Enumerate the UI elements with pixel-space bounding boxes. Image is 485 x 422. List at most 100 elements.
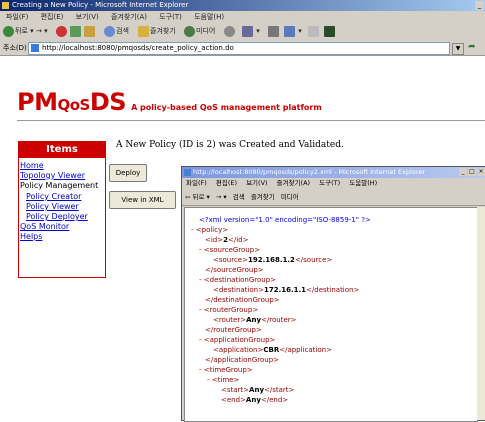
home-icon bbox=[84, 25, 95, 37]
edit-icon bbox=[284, 25, 295, 37]
collapse-toggle[interactable]: - bbox=[191, 226, 194, 234]
xml-line: - <sourceGroup> bbox=[199, 246, 261, 254]
mail-icon bbox=[242, 25, 253, 37]
popup-maximize-button[interactable]: □ bbox=[468, 168, 476, 176]
popup-menu-file[interactable]: 파일(F) bbox=[186, 179, 207, 187]
favorites-icon bbox=[138, 25, 149, 37]
xml-line: - <policy> bbox=[191, 226, 229, 234]
popup-scrollbar[interactable] bbox=[477, 207, 485, 420]
refresh-icon bbox=[70, 25, 81, 37]
messenger-icon bbox=[324, 25, 335, 37]
logo-tagline: A policy-based QoS management platform bbox=[131, 103, 322, 112]
search-icon bbox=[104, 25, 115, 37]
xml-declaration: <?xml version="1.0" encoding="ISO-8859-1… bbox=[199, 216, 371, 224]
window-title: Creating a New Policy - Microsoft Intern… bbox=[12, 1, 189, 9]
popup-search-button[interactable]: 검색 bbox=[233, 193, 245, 201]
xml-content: <?xml version="1.0" encoding="ISO-8859-1… bbox=[184, 207, 478, 422]
popup-back-button[interactable]: ⇦ 뒤로 ▾ bbox=[185, 193, 210, 201]
print-icon bbox=[268, 25, 279, 37]
header-divider bbox=[17, 120, 485, 121]
popup-favorites-button[interactable]: 즐겨찾기 bbox=[251, 193, 275, 201]
collapse-toggle[interactable]: - bbox=[199, 246, 202, 254]
menu-file[interactable]: 파일(F) bbox=[6, 13, 28, 21]
popup-title: http://localhost:8080/pmqosds/policy2.xm… bbox=[193, 168, 426, 176]
popup-minimize-button[interactable]: _ bbox=[459, 168, 467, 176]
xml-line: - <timeGroup> bbox=[199, 366, 253, 374]
xml-line: - <time> bbox=[207, 376, 240, 384]
favorites-button[interactable]: 즐겨찾기 bbox=[138, 25, 176, 38]
menu-favorites[interactable]: 즐겨찾기(A) bbox=[111, 13, 147, 21]
nav-policy-management: Policy Management bbox=[20, 181, 99, 190]
xml-line: <start>Any</start> bbox=[221, 386, 295, 394]
print-button[interactable] bbox=[268, 25, 280, 38]
edit-button[interactable]: ▾ bbox=[284, 25, 302, 38]
collapse-toggle[interactable]: - bbox=[199, 306, 202, 314]
popup-media-button[interactable]: 미디어 bbox=[281, 193, 299, 201]
menu-help[interactable]: 도움말(H) bbox=[194, 13, 224, 21]
nav-panel: Items Home Topology Viewer Policy Manage… bbox=[18, 141, 106, 278]
xml-line: - <applicationGroup> bbox=[199, 336, 276, 344]
xml-line: <end>Any</end> bbox=[221, 396, 289, 404]
xml-line: </applicationGroup> bbox=[205, 356, 280, 364]
home-button[interactable] bbox=[84, 25, 96, 38]
app-logo: PMQoSDS A policy-based QoS management pla… bbox=[17, 88, 322, 116]
popup-menubar: 파일(F) 편집(E) 보기(V) 즐겨찾기(A) 도구(T) 도움말(H) bbox=[182, 178, 485, 189]
popup-menu-tools[interactable]: 도구(T) bbox=[319, 179, 340, 187]
popup-forward-button[interactable]: → ▾ bbox=[216, 193, 227, 201]
menu-tools[interactable]: 도구(T) bbox=[159, 13, 182, 21]
messenger-button[interactable] bbox=[324, 25, 336, 38]
xml-line: <source>192.168.1.2</source> bbox=[213, 256, 333, 264]
collapse-toggle[interactable]: - bbox=[199, 276, 202, 284]
popup-menu-edit[interactable]: 편집(E) bbox=[216, 179, 237, 187]
page-icon bbox=[31, 44, 39, 52]
ie-icon bbox=[184, 169, 191, 176]
minimize-button[interactable]: _ bbox=[475, 1, 484, 10]
nav-topology-viewer[interactable]: Topology Viewer bbox=[20, 171, 85, 181]
collapse-toggle[interactable]: - bbox=[199, 336, 202, 344]
popup-close-button[interactable]: × bbox=[477, 168, 485, 176]
xml-line: </routerGroup> bbox=[205, 326, 262, 334]
status-message: A New Policy (ID is 2) was Created and V… bbox=[116, 140, 344, 150]
deploy-button[interactable]: Deploy bbox=[109, 164, 147, 182]
popup-menu-favorites[interactable]: 즐겨찾기(A) bbox=[277, 179, 310, 187]
stop-button[interactable] bbox=[56, 25, 68, 38]
xml-line: - <routerGroup> bbox=[199, 306, 259, 314]
discuss-icon bbox=[308, 25, 319, 37]
nav-heading: Items bbox=[19, 142, 105, 158]
address-input[interactable]: http://localhost:8080/pmqosds/create_pol… bbox=[28, 42, 450, 55]
discuss-button[interactable] bbox=[308, 25, 320, 38]
ie-icon bbox=[2, 2, 9, 9]
xml-line: </sourceGroup> bbox=[205, 266, 264, 274]
nav-helps[interactable]: Helps bbox=[20, 232, 42, 242]
nav-policy-viewer[interactable]: Policy Viewer bbox=[26, 202, 79, 212]
nav-qos-monitor[interactable]: QoS Monitor bbox=[20, 222, 69, 232]
stop-icon bbox=[56, 25, 67, 37]
address-dropdown-button[interactable]: ▼ bbox=[452, 43, 464, 55]
popup-menu-view[interactable]: 보기(V) bbox=[246, 179, 267, 187]
nav-policy-creator[interactable]: Policy Creator bbox=[26, 192, 81, 202]
collapse-toggle[interactable]: - bbox=[199, 366, 202, 374]
nav-policy-deployer[interactable]: Policy Deployer bbox=[26, 212, 88, 222]
search-button[interactable]: 검색 bbox=[104, 25, 129, 38]
address-bar: 주소(D) http://localhost:8080/pmqosds/crea… bbox=[0, 41, 485, 56]
xml-line: <id>2</id> bbox=[205, 236, 249, 244]
menu-view[interactable]: 보기(V) bbox=[76, 13, 99, 21]
xml-line: <destination>172.16.1.1</destination> bbox=[213, 286, 360, 294]
popup-menu-help[interactable]: 도움말(H) bbox=[349, 179, 377, 187]
xml-popup-window: http://localhost:8080/pmqosds/policy2.xm… bbox=[181, 166, 485, 422]
xml-line: </destinationGroup> bbox=[205, 296, 280, 304]
xml-line: <router>Any</router> bbox=[213, 316, 297, 324]
mail-button[interactable]: ▾ bbox=[242, 25, 260, 38]
nav-home[interactable]: Home bbox=[20, 161, 44, 171]
media-button[interactable]: 미디어 bbox=[184, 25, 215, 38]
history-button[interactable] bbox=[224, 25, 236, 38]
view-xml-button[interactable]: View in XML bbox=[109, 191, 176, 209]
back-button[interactable]: 뒤로 ▾ bbox=[3, 25, 34, 38]
refresh-button[interactable] bbox=[70, 25, 82, 38]
collapse-toggle[interactable]: - bbox=[207, 376, 210, 384]
back-arrow-icon bbox=[3, 25, 14, 37]
go-icon[interactable]: ➦ bbox=[468, 42, 476, 52]
xml-line: <application>CBR</application> bbox=[213, 346, 332, 354]
forward-button[interactable]: → ▾ bbox=[36, 25, 48, 38]
menu-edit[interactable]: 편집(E) bbox=[41, 13, 64, 21]
